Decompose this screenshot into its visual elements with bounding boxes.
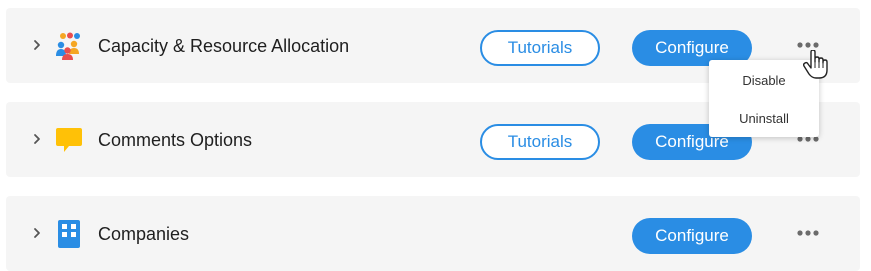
menu-item-uninstall[interactable]: Uninstall [709,111,819,126]
chevron-right-icon[interactable] [30,131,44,147]
configure-button[interactable]: Configure [632,218,752,254]
app-name: Comments Options [98,130,253,150]
building-icon [58,220,80,248]
chevron-right-icon[interactable] [30,37,44,53]
people-group-icon [56,32,80,60]
tutorials-button[interactable]: Tutorials [480,30,600,66]
chevron-right-icon[interactable] [30,225,44,241]
app-name: Companies [98,224,190,244]
tutorials-button[interactable]: Tutorials [480,124,600,160]
comment-icon [56,128,82,152]
hand-pointer-icon [803,50,828,79]
app-row-companies: Companies Configure [6,196,860,271]
app-name: Capacity & Resource Allocation [98,36,350,56]
more-options-icon[interactable] [796,41,820,49]
more-options-icon[interactable] [796,229,820,237]
